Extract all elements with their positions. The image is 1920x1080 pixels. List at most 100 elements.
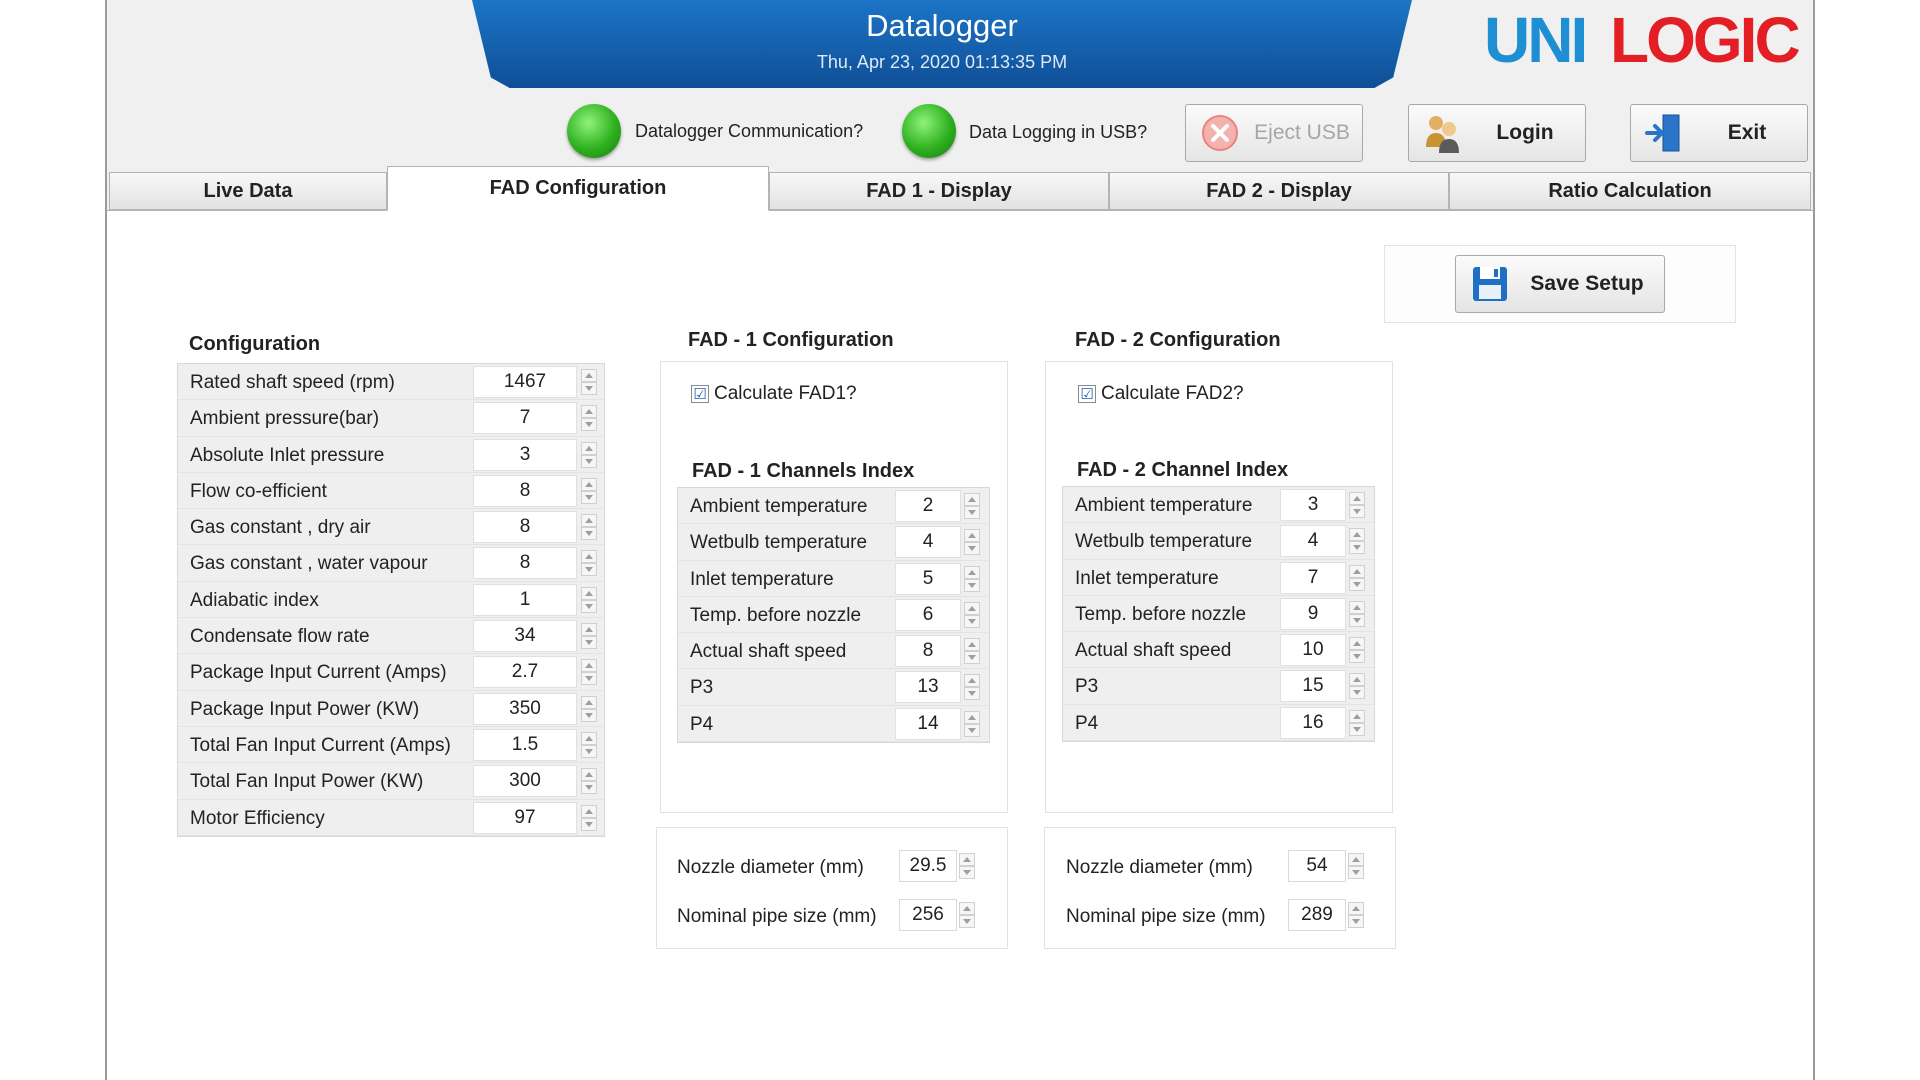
value-spinner[interactable]: [581, 768, 597, 795]
spinner-up-icon[interactable]: [964, 565, 980, 579]
parameter-value-input[interactable]: 7: [473, 402, 577, 435]
tab-live-data[interactable]: Live Data: [109, 172, 387, 210]
parameter-value-input[interactable]: 8: [473, 474, 577, 507]
parameter-value-input[interactable]: 300: [473, 765, 577, 798]
value-spinner[interactable]: [581, 731, 597, 758]
value-spinner[interactable]: [964, 674, 980, 701]
value-spinner[interactable]: [964, 565, 980, 592]
spinner-down-icon[interactable]: [581, 527, 597, 541]
spinner-down-icon[interactable]: [964, 578, 980, 592]
spinner-down-icon[interactable]: [964, 723, 980, 737]
value-spinner[interactable]: [581, 695, 597, 722]
spinner-down-icon[interactable]: [1349, 613, 1365, 627]
spinner-down-icon[interactable]: [581, 817, 597, 831]
spinner-up-icon[interactable]: [1349, 673, 1365, 687]
spinner-up-icon[interactable]: [1349, 528, 1365, 542]
parameter-value-input[interactable]: 1467: [473, 366, 577, 398]
spinner-up-icon[interactable]: [581, 441, 597, 455]
parameter-value-input[interactable]: 4: [1280, 525, 1346, 558]
spinner-up-icon[interactable]: [1349, 492, 1365, 505]
spinner-up-icon[interactable]: [581, 659, 597, 673]
spinner-up-icon[interactable]: [1348, 902, 1364, 915]
fad2-nozzle-spinner[interactable]: [1348, 853, 1364, 879]
spinner-up-icon[interactable]: [959, 853, 975, 866]
login-button[interactable]: Login: [1408, 104, 1586, 162]
value-spinner[interactable]: [1349, 564, 1365, 591]
spinner-down-icon[interactable]: [581, 672, 597, 686]
parameter-value-input[interactable]: 3: [1280, 489, 1346, 521]
fad2-nozzle-input[interactable]: 54: [1288, 850, 1346, 882]
spinner-down-icon[interactable]: [581, 636, 597, 650]
spinner-down-icon[interactable]: [581, 382, 597, 395]
parameter-value-input[interactable]: 16: [1280, 706, 1346, 739]
spinner-up-icon[interactable]: [964, 601, 980, 615]
spinner-down-icon[interactable]: [581, 418, 597, 432]
spinner-up-icon[interactable]: [581, 477, 597, 491]
value-spinner[interactable]: [581, 659, 597, 686]
tab-fad-1-display[interactable]: FAD 1 - Display: [769, 172, 1109, 210]
spinner-up-icon[interactable]: [581, 768, 597, 782]
spinner-up-icon[interactable]: [1349, 709, 1365, 723]
parameter-value-input[interactable]: 34: [473, 620, 577, 653]
value-spinner[interactable]: [581, 477, 597, 504]
save-setup-button[interactable]: Save Setup: [1455, 255, 1665, 313]
spinner-up-icon[interactable]: [1348, 853, 1364, 866]
parameter-value-input[interactable]: 350: [473, 692, 577, 725]
value-spinner[interactable]: [964, 493, 980, 519]
spinner-up-icon[interactable]: [581, 369, 597, 382]
value-spinner[interactable]: [1349, 600, 1365, 627]
parameter-value-input[interactable]: 1: [473, 583, 577, 616]
parameter-value-input[interactable]: 3: [473, 438, 577, 471]
parameter-value-input[interactable]: 13: [895, 671, 961, 704]
value-spinner[interactable]: [1349, 673, 1365, 700]
spinner-up-icon[interactable]: [964, 638, 980, 652]
spinner-up-icon[interactable]: [581, 586, 597, 600]
value-spinner[interactable]: [1349, 492, 1365, 518]
eject-usb-button[interactable]: Eject USB: [1185, 104, 1363, 162]
spinner-down-icon[interactable]: [1349, 505, 1365, 518]
value-spinner[interactable]: [581, 369, 597, 395]
spinner-up-icon[interactable]: [1349, 600, 1365, 614]
value-spinner[interactable]: [581, 550, 597, 577]
value-spinner[interactable]: [964, 601, 980, 628]
spinner-up-icon[interactable]: [959, 902, 975, 915]
spinner-down-icon[interactable]: [581, 708, 597, 722]
spinner-down-icon[interactable]: [964, 614, 980, 628]
parameter-value-input[interactable]: 9: [1280, 597, 1346, 630]
parameter-value-input[interactable]: 8: [473, 547, 577, 580]
value-spinner[interactable]: [581, 514, 597, 541]
tab-ratio-calculation[interactable]: Ratio Calculation: [1449, 172, 1811, 210]
spinner-down-icon[interactable]: [581, 454, 597, 468]
spinner-down-icon[interactable]: [1348, 915, 1364, 928]
parameter-value-input[interactable]: 2.7: [473, 656, 577, 689]
parameter-value-input[interactable]: 4: [895, 526, 961, 559]
value-spinner[interactable]: [1349, 528, 1365, 555]
spinner-up-icon[interactable]: [1349, 637, 1365, 651]
spinner-down-icon[interactable]: [964, 542, 980, 556]
value-spinner[interactable]: [581, 804, 597, 831]
value-spinner[interactable]: [1349, 637, 1365, 664]
spinner-down-icon[interactable]: [964, 506, 980, 519]
spinner-up-icon[interactable]: [964, 674, 980, 688]
parameter-value-input[interactable]: 10: [1280, 634, 1346, 667]
spinner-down-icon[interactable]: [581, 599, 597, 613]
calculate-fad1-checkbox[interactable]: ☑: [691, 385, 709, 403]
value-spinner[interactable]: [964, 710, 980, 737]
spinner-up-icon[interactable]: [581, 514, 597, 528]
spinner-down-icon[interactable]: [1348, 866, 1364, 879]
spinner-down-icon[interactable]: [581, 744, 597, 758]
parameter-value-input[interactable]: 97: [473, 801, 577, 834]
fad2-pipe-input[interactable]: 289: [1288, 899, 1346, 931]
parameter-value-input[interactable]: 2: [895, 490, 961, 522]
parameter-value-input[interactable]: 14: [895, 707, 961, 740]
parameter-value-input[interactable]: 7: [1280, 561, 1346, 594]
value-spinner[interactable]: [581, 586, 597, 613]
fad1-pipe-input[interactable]: 256: [899, 899, 957, 931]
calculate-fad2-checkbox[interactable]: ☑: [1078, 385, 1096, 403]
calculate-fad1-checkbox-row[interactable]: ☑ Calculate FAD1?: [691, 383, 857, 405]
spinner-down-icon[interactable]: [581, 490, 597, 504]
parameter-value-input[interactable]: 6: [895, 598, 961, 631]
parameter-value-input[interactable]: 15: [1280, 670, 1346, 703]
spinner-down-icon[interactable]: [1349, 577, 1365, 591]
fad1-pipe-spinner[interactable]: [959, 902, 975, 928]
